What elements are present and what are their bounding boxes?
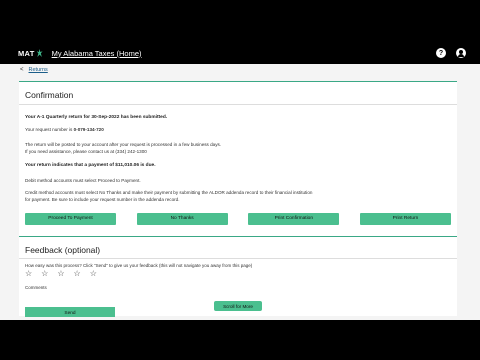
star-icon[interactable]: ☆: [57, 270, 64, 278]
star-icon[interactable]: ☆: [74, 270, 81, 278]
action-buttons: Proceed To Payment No Thanks Print Confi…: [25, 213, 451, 225]
request-prefix: Your request number is: [25, 127, 74, 132]
submitted-text: Your A-1 Quarterly return for 30-Sep-202…: [25, 115, 168, 120]
user-icon[interactable]: [456, 48, 466, 58]
star-rating: ☆ ☆ ☆ ☆ ☆: [25, 270, 97, 278]
no-thanks-button[interactable]: No Thanks: [136, 213, 228, 225]
print-return-button[interactable]: Print Return: [359, 213, 451, 225]
credit-note-line-1: Credit method accounts must select No Th…: [25, 190, 313, 195]
confirmation-title: Confirmation: [25, 90, 74, 100]
credit-note: Credit method accounts must select No Th…: [25, 190, 312, 203]
star-icon[interactable]: ☆: [25, 270, 32, 278]
top-bar: MAT My Alabama Taxes (Home) ?: [0, 42, 480, 64]
chevron-left-icon[interactable]: <: [20, 67, 24, 73]
logo[interactable]: MAT: [18, 48, 44, 58]
payment-due-text: Your return indicates that a payment of …: [25, 163, 156, 168]
debit-note: Debit method accounts must select Procee…: [25, 178, 141, 183]
breadcrumb-returns-link[interactable]: Returns: [29, 67, 48, 73]
proceed-to-payment-button[interactable]: Proceed To Payment: [25, 213, 116, 225]
comments-label: Comments: [25, 285, 47, 290]
home-link[interactable]: My Alabama Taxes (Home): [52, 49, 142, 58]
letterbox-bottom: [0, 320, 480, 360]
letterbox-top: [0, 0, 480, 40]
breadcrumb: < Returns: [20, 67, 48, 73]
send-button[interactable]: Send: [25, 307, 115, 317]
logo-text: MAT: [18, 48, 35, 58]
feedback-question: How easy was this process? Click "Send" …: [25, 263, 253, 268]
scroll-for-more-button[interactable]: Scroll for More: [214, 301, 262, 311]
star-icon[interactable]: ☆: [90, 270, 97, 278]
request-number: 0-079-134-720: [73, 127, 104, 132]
feedback-title: Feedback (optional): [25, 245, 101, 255]
posted-line-2: If you need assistance, please contact u…: [25, 148, 147, 154]
divider: [19, 104, 457, 105]
request-number-line: Your request number is 0-079-134-720: [25, 127, 104, 133]
logo-star-icon: [36, 48, 44, 58]
divider: [19, 258, 457, 259]
help-icon[interactable]: ?: [436, 48, 446, 58]
print-confirmation-button[interactable]: Print Confirmation: [248, 213, 340, 225]
posted-text: The return will be posted to your accoun…: [25, 142, 221, 155]
posted-line-1: The return will be posted to your accoun…: [25, 142, 222, 147]
credit-note-line-2: for payment. Be sure to include your req…: [25, 196, 180, 202]
star-icon[interactable]: ☆: [41, 270, 48, 278]
